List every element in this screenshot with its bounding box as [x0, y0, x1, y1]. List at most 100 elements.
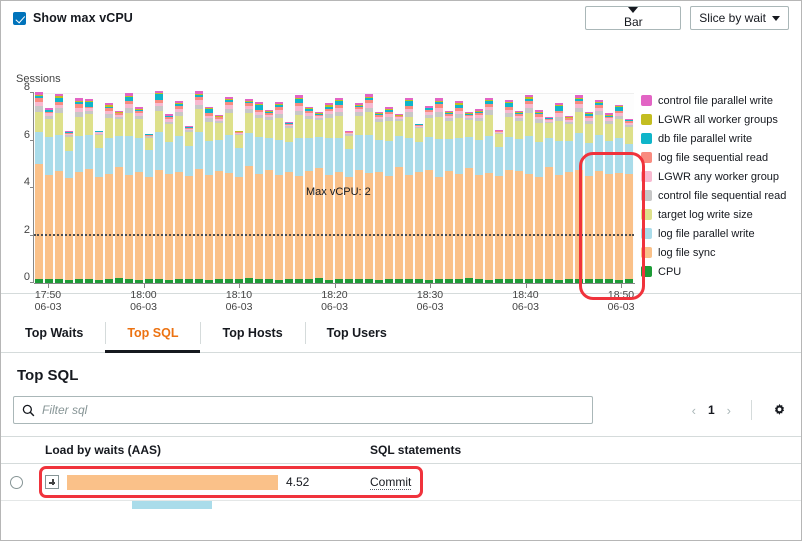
bar-segment: [205, 122, 212, 141]
filter-row: Filter sql ‹ 1 ›: [1, 390, 801, 436]
bar-column[interactable]: [494, 93, 504, 283]
stacked-bar: [295, 95, 302, 283]
bar-column[interactable]: [584, 93, 594, 283]
bar-column[interactable]: [34, 93, 44, 283]
page-number[interactable]: 1: [708, 403, 715, 417]
bar-segment: [295, 138, 302, 176]
bar-column[interactable]: [194, 93, 204, 283]
legend-item[interactable]: log file sync: [641, 244, 801, 261]
bar-column[interactable]: [474, 93, 484, 283]
sql-statement-link[interactable]: Commit: [370, 475, 411, 490]
column-header-load[interactable]: Load by waits (AAS): [45, 443, 370, 457]
bar-column[interactable]: [624, 93, 634, 283]
bar-segment: [525, 279, 532, 283]
legend-item[interactable]: LGWR any worker group: [641, 168, 801, 185]
next-page-button[interactable]: ›: [727, 404, 731, 417]
legend-item[interactable]: db file parallel write: [641, 130, 801, 147]
bar-column[interactable]: [54, 93, 64, 283]
bar-column[interactable]: [524, 93, 534, 283]
legend-item[interactable]: CPU: [641, 263, 801, 280]
bar-column[interactable]: [554, 93, 564, 283]
bar-segment: [525, 136, 532, 174]
bar-column[interactable]: [404, 93, 414, 283]
bar-column[interactable]: [234, 93, 244, 283]
bar-column[interactable]: [184, 93, 194, 283]
x-tick-time: 18:50: [608, 289, 634, 301]
bar-column[interactable]: [504, 93, 514, 283]
bar-column[interactable]: [444, 93, 454, 283]
bar-column[interactable]: [164, 93, 174, 283]
bar-column[interactable]: [614, 93, 624, 283]
bar-column[interactable]: [534, 93, 544, 283]
gear-icon[interactable]: [772, 403, 787, 418]
search-input[interactable]: Filter sql: [13, 396, 593, 424]
bar-column[interactable]: [224, 93, 234, 283]
legend-label: log file parallel write: [658, 228, 755, 240]
tab-top-waits[interactable]: Top Waits: [3, 314, 105, 352]
bar-column[interactable]: [44, 93, 54, 283]
bar-column[interactable]: [64, 93, 74, 283]
tab-top-users[interactable]: Top Users: [305, 314, 409, 352]
legend-item[interactable]: log file sequential read: [641, 149, 801, 166]
bar-column[interactable]: [294, 93, 304, 283]
bar-column[interactable]: [144, 93, 154, 283]
legend-item[interactable]: log file parallel write: [641, 225, 801, 242]
bar-column[interactable]: [544, 93, 554, 283]
column-header-sql[interactable]: SQL statements: [370, 443, 801, 457]
bar-column[interactable]: [74, 93, 84, 283]
bar-column[interactable]: [174, 93, 184, 283]
bar-column[interactable]: [394, 93, 404, 283]
bar-column[interactable]: [374, 93, 384, 283]
expand-row-icon[interactable]: [45, 475, 59, 489]
bar-column[interactable]: [594, 93, 604, 283]
stacked-bar: [575, 95, 582, 283]
legend-item[interactable]: control file parallel write: [641, 92, 801, 109]
bar-column[interactable]: [214, 93, 224, 283]
bar-column[interactable]: [154, 93, 164, 283]
bar-column[interactable]: [564, 93, 574, 283]
legend-item[interactable]: target log write size: [641, 206, 801, 223]
bar-column[interactable]: [434, 93, 444, 283]
bar-column[interactable]: [414, 93, 424, 283]
chart-type-select[interactable]: Bar: [585, 6, 681, 30]
bar-column[interactable]: [94, 93, 104, 283]
bar-segment: [495, 279, 502, 283]
bar-column[interactable]: [244, 93, 254, 283]
bar-segment: [115, 119, 122, 136]
bar-column[interactable]: [464, 93, 474, 283]
bar-segment: [615, 173, 622, 280]
legend-item[interactable]: LGWR all worker groups: [641, 111, 801, 128]
bar-column[interactable]: [574, 93, 584, 283]
bar-segment: [505, 117, 512, 137]
row-radio-button[interactable]: [10, 476, 23, 489]
slice-by-select[interactable]: Slice by wait: [690, 6, 789, 30]
bar-column[interactable]: [254, 93, 264, 283]
bar-column[interactable]: [84, 93, 94, 283]
bar-column[interactable]: [604, 93, 614, 283]
bar-column[interactable]: [274, 93, 284, 283]
bar-column[interactable]: [104, 93, 114, 283]
bar-column[interactable]: [454, 93, 464, 283]
bar-column[interactable]: [424, 93, 434, 283]
legend-item[interactable]: control file sequential read: [641, 187, 801, 204]
bar-column[interactable]: [114, 93, 124, 283]
bar-column[interactable]: [384, 93, 394, 283]
bar-segment: [525, 174, 532, 280]
bar-column[interactable]: [124, 93, 134, 283]
table-row[interactable]: 4.52 Commit: [1, 464, 801, 500]
table-row[interactable]: [1, 501, 801, 511]
bar-column[interactable]: [484, 93, 494, 283]
tab-top-sql[interactable]: Top SQL: [105, 314, 200, 352]
show-max-vcpu-checkbox[interactable]: Show max vCPU: [9, 11, 133, 25]
bar-column[interactable]: [264, 93, 274, 283]
bar-segment: [165, 174, 172, 280]
bar-column[interactable]: [514, 93, 524, 283]
bar-column[interactable]: [204, 93, 214, 283]
bar-column[interactable]: [284, 93, 294, 283]
tab-top-hosts[interactable]: Top Hosts: [200, 314, 304, 352]
prev-page-button[interactable]: ‹: [692, 404, 696, 417]
bar-column[interactable]: [134, 93, 144, 283]
stacked-bar: [175, 101, 182, 283]
checkbox-checked-icon[interactable]: [13, 12, 26, 25]
bar-segment: [335, 116, 342, 137]
